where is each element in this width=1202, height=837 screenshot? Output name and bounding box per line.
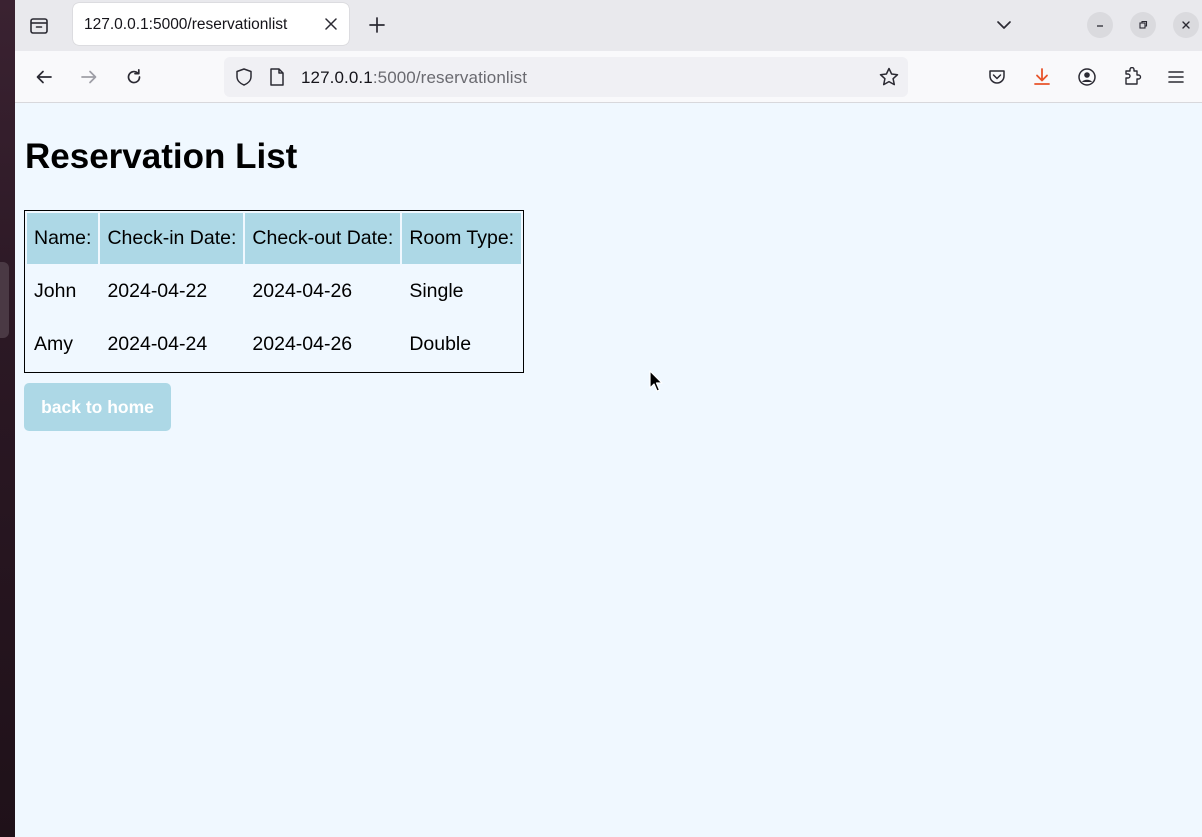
reload-button[interactable]: [120, 63, 148, 91]
reload-icon: [127, 68, 141, 84]
forward-arrow-icon: [81, 70, 97, 84]
back-arrow-icon: [36, 70, 52, 84]
tab-overview-icon: [30, 18, 48, 34]
address-bar[interactable]: 127.0.0.1:5000/reservationlist: [224, 57, 908, 97]
page-content: Reservation List Name: Check-in Date: Ch…: [15, 103, 1202, 837]
page-title: Reservation List: [25, 137, 298, 176]
download-icon: [1034, 68, 1050, 85]
downloads-button[interactable]: [1028, 63, 1056, 91]
browser-window: 127.0.0.1:5000/reservationlist 127.0.0.1…: [15, 0, 1202, 837]
tab-title: 127.0.0.1:5000/reservationlist: [84, 16, 288, 33]
cell-name: John: [34, 280, 77, 302]
account-icon: [1078, 68, 1096, 86]
cell-room-type: Single: [409, 280, 464, 302]
close-window-button[interactable]: [1173, 12, 1199, 38]
url-text[interactable]: 127.0.0.1:5000/reservationlist: [301, 68, 527, 88]
forward-button[interactable]: [75, 63, 103, 91]
extensions-button[interactable]: [1118, 63, 1146, 91]
cell-name: Amy: [34, 333, 73, 355]
header-check-out: Check-out Date:: [245, 213, 401, 264]
active-tab[interactable]: 127.0.0.1:5000/reservationlist: [73, 3, 349, 45]
chevron-down-icon: [997, 21, 1011, 29]
tab-close-button[interactable]: [321, 14, 341, 34]
back-to-home-button[interactable]: back to home: [24, 383, 171, 431]
header-check-in: Check-in Date:: [100, 213, 244, 264]
navigation-toolbar: 127.0.0.1:5000/reservationlist: [15, 51, 1202, 103]
star-icon[interactable]: [878, 66, 900, 88]
page-icon[interactable]: [268, 67, 286, 87]
shield-icon[interactable]: [234, 67, 254, 87]
pocket-icon: [989, 70, 1005, 84]
new-tab-button[interactable]: [364, 12, 390, 38]
list-all-tabs-button[interactable]: [991, 12, 1017, 38]
app-menu-button[interactable]: [1162, 63, 1190, 91]
back-button[interactable]: [30, 63, 58, 91]
cell-check-in: 2024-04-24: [107, 333, 208, 355]
pocket-button[interactable]: [983, 63, 1011, 91]
cell-check-in: 2024-04-22: [107, 280, 208, 302]
restore-button[interactable]: [1130, 12, 1156, 38]
table-row: Amy 2024-04-24 2024-04-26 Double: [27, 319, 521, 370]
cell-check-out: 2024-04-26: [252, 280, 353, 302]
dock-indicator: [0, 262, 9, 338]
extensions-icon: [1125, 67, 1142, 85]
minimize-button[interactable]: [1087, 12, 1113, 38]
restore-icon: [1139, 20, 1148, 29]
url-host: 127.0.0.1: [301, 68, 373, 87]
mouse-cursor-icon: [649, 370, 663, 392]
reservation-table: Name: Check-in Date: Check-out Date: Roo…: [24, 210, 525, 373]
tab-strip: 127.0.0.1:5000/reservationlist: [15, 0, 1202, 51]
tab-overview-button[interactable]: [25, 12, 53, 40]
menu-icon: [1168, 71, 1184, 83]
desktop-edge: [0, 0, 15, 837]
close-window-icon: [1182, 21, 1190, 29]
minimize-icon: [1097, 25, 1103, 27]
plus-icon: [369, 17, 385, 33]
table-header-row: Name: Check-in Date: Check-out Date: Roo…: [27, 213, 522, 264]
header-name: Name:: [27, 213, 99, 264]
close-icon: [325, 18, 337, 30]
cell-check-out: 2024-04-26: [252, 333, 353, 355]
account-button[interactable]: [1073, 63, 1101, 91]
header-room-type: Room Type:: [402, 213, 522, 264]
table-row: John 2024-04-22 2024-04-26 Single: [27, 266, 521, 317]
cell-room-type: Double: [409, 333, 472, 355]
url-path: :5000/reservationlist: [372, 68, 528, 87]
